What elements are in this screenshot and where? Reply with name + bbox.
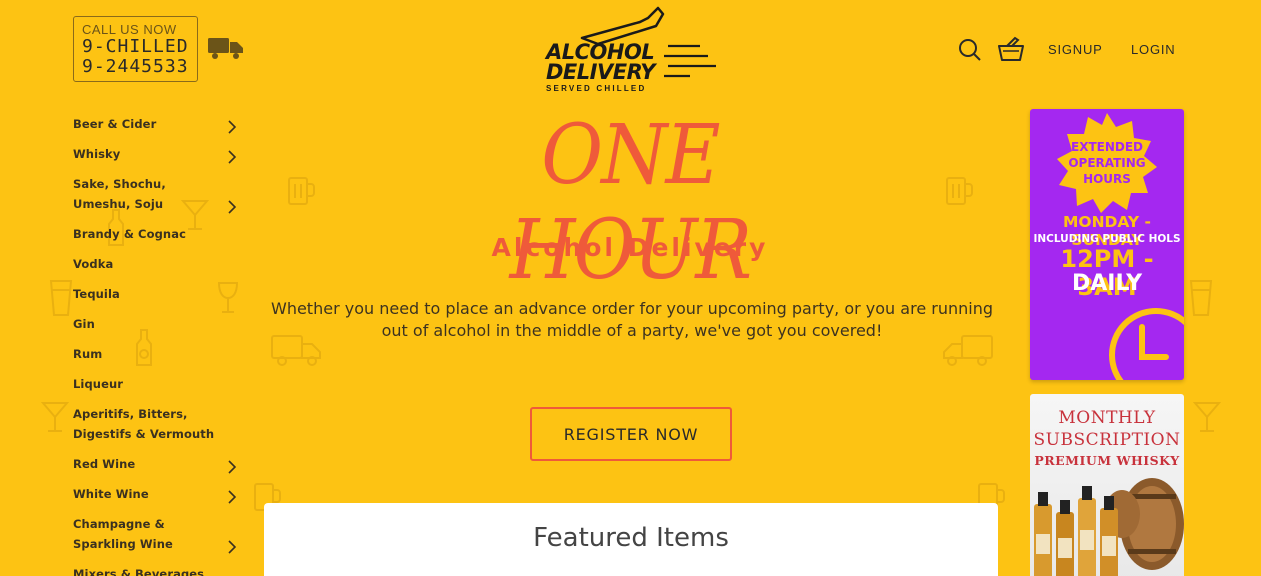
sidebar-item-label: Whisky [73,147,121,161]
whisky-bottles-image [1034,478,1184,576]
sidebar-item-label: Sake, Shochu, Umeshu, Soju [73,177,166,211]
sidebar-item-label: Aperitifs, Bitters, Digestifs & Vermouth [73,407,215,441]
cart-bucket-icon[interactable] [997,36,1025,62]
sidebar-item-label: White Wine [73,487,149,501]
search-icon[interactable] [958,38,982,62]
sidebar-item-gin[interactable]: Gin [73,314,243,344]
sidebar-item-brandy-cognac[interactable]: Brandy & Cognac [73,224,243,254]
signup-link[interactable]: SIGNUP [1048,42,1103,57]
subscription-subtitle: PREMIUM WHISKY [1034,453,1180,468]
sidebar-item-beer-cider[interactable]: Beer & Cider [73,114,243,144]
beer-mug-decor-icon [286,172,316,212]
cocktail-glass-decor-icon [1190,400,1224,438]
phone-number-line1: 9-CHILLED [82,36,189,57]
chevron-right-icon [228,490,237,504]
sidebar-item-label: Vodka [73,257,114,271]
monthly-subscription-banner[interactable]: MONTHLY SUBSCRIPTION PREMIUM WHISKY [1030,394,1184,576]
hero-title: ONE HOUR [509,108,753,298]
extended-hours-banner[interactable]: EXTENDED OPERATING HOURS MONDAY - SUNDAY… [1030,109,1184,380]
site-logo[interactable]: ALCOHOL DELIVERY SERVED CHILLED [540,4,725,96]
chevron-right-icon [228,150,237,164]
sidebar-item-label: Brandy & Cognac [73,227,186,241]
sidebar-item-tequila[interactable]: Tequila [73,284,243,314]
hero-subtitle: Alcohol Delivery [491,233,769,262]
call-us-box[interactable]: CALL US NOW 9-CHILLED 9-2445533 [73,16,198,82]
clock-icon [1109,308,1184,380]
logo-line1: ALCOHOL [546,40,655,64]
featured-items-title: Featured Items [533,523,729,553]
sidebar-item-label: Gin [73,317,95,331]
pint-glass-decor-icon [1188,278,1214,322]
sidebar-item-label: Champagne & Sparkling Wine [73,517,173,551]
sidebar-item-mixers[interactable]: Mixers & Beverages [73,564,243,576]
logo-line2: DELIVERY [546,60,656,84]
chevron-right-icon [228,200,237,214]
operating-frequency: DAILY [1072,271,1142,296]
cocktail-glass-decor-icon [38,400,72,438]
sidebar-item-label: Liqueur [73,377,124,391]
sidebar-item-liqueur[interactable]: Liqueur [73,374,243,404]
subscription-title: MONTHLY SUBSCRIPTION [1033,408,1181,450]
chevron-right-icon [228,460,237,474]
phone-number-line2: 9-2445533 [82,56,189,77]
sidebar-item-sake[interactable]: Sake, Shochu, Umeshu, Soju [73,174,243,224]
featured-items-panel: Featured Items [264,503,998,576]
sidebar-item-rum[interactable]: Rum [73,344,243,374]
sidebar-item-label: Red Wine [73,457,136,471]
sidebar-item-whisky[interactable]: Whisky [73,144,243,174]
sidebar-item-vodka[interactable]: Vodka [73,254,243,284]
sidebar-item-label: Rum [73,347,103,361]
public-holidays-note: INCLUDING PUBLIC HOLS [1033,233,1181,245]
pint-glass-decor-icon [48,278,74,322]
hero-description: Whether you need to place an advance ord… [271,299,993,340]
register-now-button[interactable]: REGISTER NOW [530,407,732,461]
login-link[interactable]: LOGIN [1131,42,1175,57]
sidebar-item-label: Beer & Cider [73,117,157,131]
sidebar-item-red-wine[interactable]: Red Wine [73,454,243,484]
category-sidebar: Beer & Cider Whisky Sake, Shochu, Umeshu… [73,114,243,576]
sidebar-item-champagne[interactable]: Champagne & Sparkling Wine [73,514,243,564]
logo-tagline: SERVED CHILLED [546,84,647,93]
delivery-truck-icon [207,36,244,60]
sidebar-item-label: Tequila [73,287,120,301]
sidebar-item-white-wine[interactable]: White Wine [73,484,243,514]
badge-label: EXTENDED OPERATING HOURS [1068,140,1146,186]
sidebar-item-aperitifs[interactable]: Aperitifs, Bitters, Digestifs & Vermouth [73,404,243,454]
chevron-right-icon [228,120,237,134]
chevron-right-icon [228,540,237,554]
beer-mug-decor-icon [944,172,974,212]
sidebar-item-label: Mixers & Beverages [73,567,205,576]
call-us-label: CALL US NOW [82,22,177,37]
